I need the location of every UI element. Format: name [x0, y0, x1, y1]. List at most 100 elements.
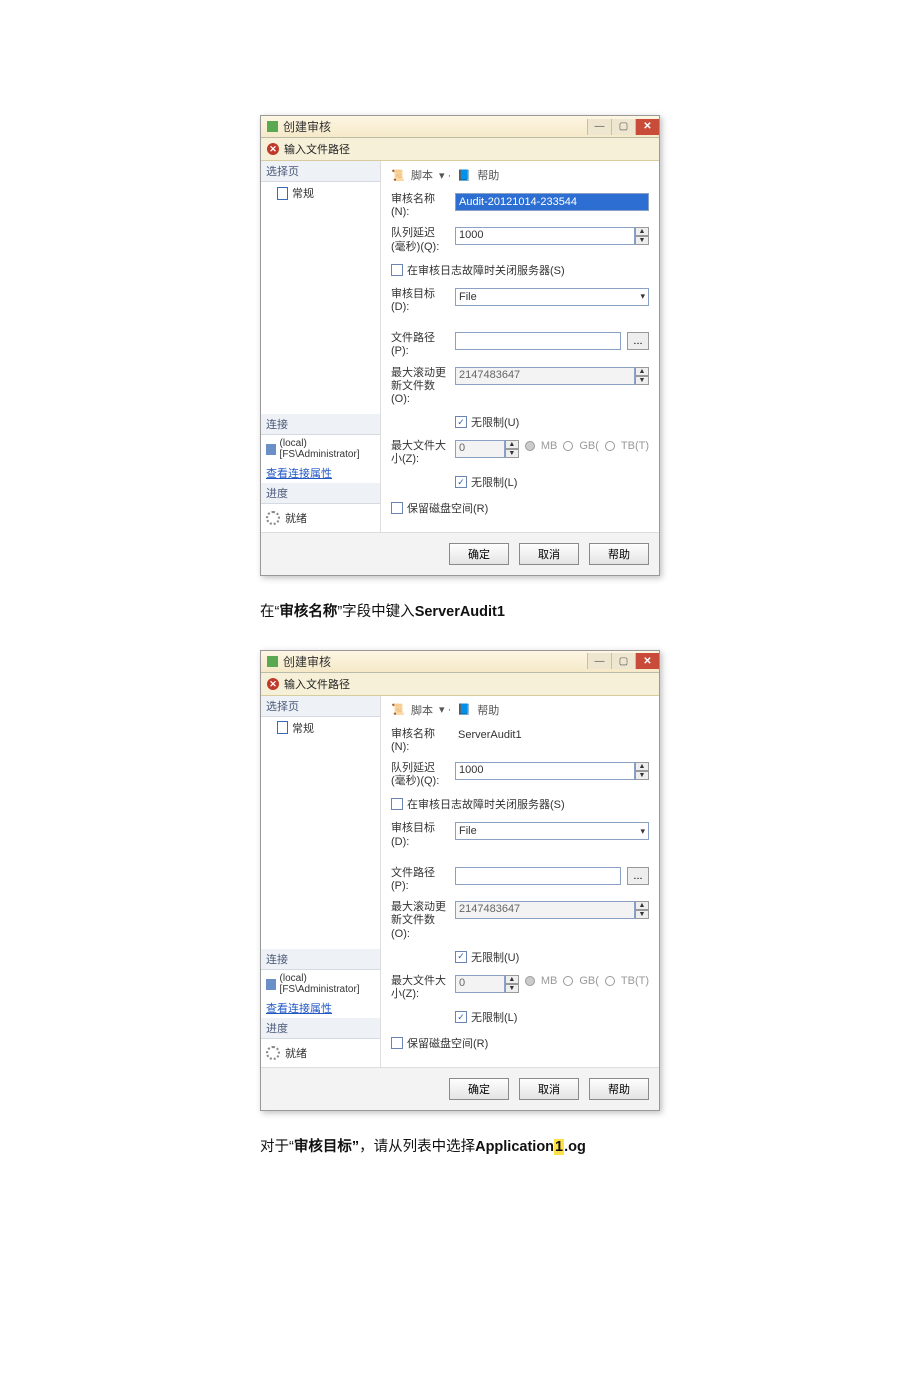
radio-tb[interactable] — [605, 441, 615, 451]
titlebar: 创建审核 — ▢ ✕ — [261, 651, 659, 673]
script-button[interactable]: 脚本 — [411, 702, 433, 718]
ok-button[interactable]: 确定 — [449, 543, 509, 565]
toolbar-sep: ▾ · — [439, 703, 451, 716]
create-audit-dialog-1: 创建审核 — ▢ ✕ ✕ 输入文件路径 选择页 常规 连接 — [260, 115, 660, 576]
browse-button[interactable]: ... — [627, 332, 649, 350]
reserve-disk-checkbox[interactable] — [391, 1037, 403, 1049]
unlimited-u-label: 无限制(U) — [471, 949, 519, 965]
help-button[interactable]: 帮助 — [477, 167, 499, 183]
script-icon: 📜 — [391, 703, 405, 717]
reserve-disk-checkbox[interactable] — [391, 502, 403, 514]
spin-up-icon[interactable]: ▲ — [635, 762, 649, 771]
error-icon: ✕ — [267, 143, 279, 155]
browse-button[interactable]: ... — [627, 867, 649, 885]
titlebar: 创建审核 — ▢ ✕ — [261, 116, 659, 138]
radio-tb[interactable] — [605, 976, 615, 986]
spin-down-icon[interactable]: ▼ — [635, 376, 649, 385]
queue-delay-label: 队列延迟(毫秒)(Q): — [391, 762, 449, 788]
audit-name-input[interactable]: Audit-20121014-233544 — [455, 193, 649, 211]
sidebar-connection: (local) [FS\Administrator] — [261, 435, 380, 463]
server-icon — [266, 979, 276, 990]
queue-delay-spinner[interactable]: ▲ ▼ — [635, 762, 649, 780]
maximize-button[interactable]: ▢ — [611, 119, 635, 135]
max-rollover-input[interactable]: 2147483647 — [455, 367, 635, 385]
unlimited-u-checkbox[interactable]: ✓ — [455, 416, 467, 428]
spin-up-icon[interactable]: ▲ — [635, 227, 649, 236]
sidebar: 选择页 常规 连接 (local) [FS\Administrator] 查看连… — [261, 696, 381, 1067]
audit-dest-select[interactable]: File ▾ — [455, 288, 649, 306]
unlimited-u-checkbox[interactable]: ✓ — [455, 951, 467, 963]
file-path-input[interactable] — [455, 332, 621, 350]
file-path-input[interactable] — [455, 867, 621, 885]
sidebar-ready: 就绪 — [261, 1039, 380, 1067]
spin-up-icon[interactable]: ▲ — [635, 901, 649, 910]
max-size-input[interactable]: 0 — [455, 975, 505, 993]
queue-delay-input[interactable]: 1000 — [455, 762, 635, 780]
audit-name-label: 审核名称(N): — [391, 193, 449, 219]
sidebar-hdr-connect: 连接 — [261, 949, 380, 970]
max-size-spinner[interactable]: ▲ ▼ — [505, 975, 519, 993]
app-icon — [267, 121, 278, 132]
max-rollover-spinner[interactable]: ▲ ▼ — [635, 901, 649, 919]
unlimited-l-checkbox[interactable]: ✓ — [455, 476, 467, 488]
help-dialog-button[interactable]: 帮助 — [589, 1078, 649, 1100]
file-path-label: 文件路径(P): — [391, 332, 449, 358]
close-button[interactable]: ✕ — [635, 119, 659, 135]
spin-up-icon[interactable]: ▲ — [505, 975, 519, 984]
error-text: 输入文件路径 — [284, 676, 350, 692]
radio-gb[interactable] — [563, 976, 573, 986]
max-size-spinner[interactable]: ▲ ▼ — [505, 440, 519, 458]
highlight: 1 — [554, 1139, 564, 1155]
spin-up-icon[interactable]: ▲ — [635, 367, 649, 376]
minimize-button[interactable]: — — [587, 653, 611, 669]
ok-button[interactable]: 确定 — [449, 1078, 509, 1100]
close-button[interactable]: ✕ — [635, 653, 659, 669]
view-connection-props-link[interactable]: 查看连接属性 — [261, 998, 380, 1018]
cancel-button[interactable]: 取消 — [519, 543, 579, 565]
sidebar-item-general[interactable]: 常规 — [261, 717, 380, 739]
sidebar-item-general[interactable]: 常规 — [261, 182, 380, 204]
audit-dest-label: 审核目标(D): — [391, 288, 449, 314]
maximize-button[interactable]: ▢ — [611, 653, 635, 669]
page-icon — [277, 187, 288, 200]
audit-name-label: 审核名称(N): — [391, 728, 449, 754]
spin-down-icon[interactable]: ▼ — [505, 449, 519, 458]
minimize-button[interactable]: — — [587, 119, 611, 135]
instruction-1: 在“审核名称”字段中键入ServerAudit1 — [260, 601, 660, 624]
max-size-input[interactable]: 0 — [455, 440, 505, 458]
audit-dest-label: 审核目标(D): — [391, 822, 449, 848]
sidebar-hdr-select: 选择页 — [261, 161, 380, 182]
max-size-label: 最大文件大小(Z): — [391, 975, 449, 1001]
view-connection-props-link[interactable]: 查看连接属性 — [261, 463, 380, 483]
help-button[interactable]: 帮助 — [477, 702, 499, 718]
queue-delay-spinner[interactable]: ▲ ▼ — [635, 227, 649, 245]
unlimited-l-checkbox[interactable]: ✓ — [455, 1011, 467, 1023]
unlimited-u-label: 无限制(U) — [471, 414, 519, 430]
error-bar: ✕ 输入文件路径 — [261, 673, 659, 696]
spin-down-icon[interactable]: ▼ — [635, 910, 649, 919]
shutdown-checkbox[interactable] — [391, 264, 403, 276]
spin-up-icon[interactable]: ▲ — [505, 440, 519, 449]
max-rollover-spinner[interactable]: ▲ ▼ — [635, 367, 649, 385]
radio-mb[interactable] — [525, 441, 535, 451]
error-text: 输入文件路径 — [284, 141, 350, 157]
radio-gb[interactable] — [563, 441, 573, 451]
shutdown-label: 在审核日志故障时关闭服务器(S) — [407, 262, 565, 278]
spin-down-icon[interactable]: ▼ — [635, 771, 649, 780]
shutdown-checkbox[interactable] — [391, 798, 403, 810]
radio-mb[interactable] — [525, 976, 535, 986]
create-audit-dialog-2: 创建审核 — ▢ ✕ ✕ 输入文件路径 选择页 常规 连接 — [260, 650, 660, 1111]
script-button[interactable]: 脚本 — [411, 167, 433, 183]
help-dialog-button[interactable]: 帮助 — [589, 543, 649, 565]
max-rollover-input[interactable]: 2147483647 — [455, 901, 635, 919]
dialog-footer: 确定 取消 帮助 — [261, 532, 659, 575]
spin-down-icon[interactable]: ▼ — [635, 236, 649, 245]
audit-dest-select[interactable]: File ▾ — [455, 822, 649, 840]
window-controls: — ▢ ✕ — [587, 653, 659, 669]
shutdown-label: 在审核日志故障时关闭服务器(S) — [407, 796, 565, 812]
cancel-button[interactable]: 取消 — [519, 1078, 579, 1100]
audit-name-input[interactable]: ServerAudit1 — [455, 728, 649, 746]
spin-down-icon[interactable]: ▼ — [505, 984, 519, 993]
dialog-main: 📜 脚本 ▾ · 📘 帮助 审核名称(N): ServerAudit1 队列延迟… — [381, 696, 659, 1067]
queue-delay-input[interactable]: 1000 — [455, 227, 635, 245]
